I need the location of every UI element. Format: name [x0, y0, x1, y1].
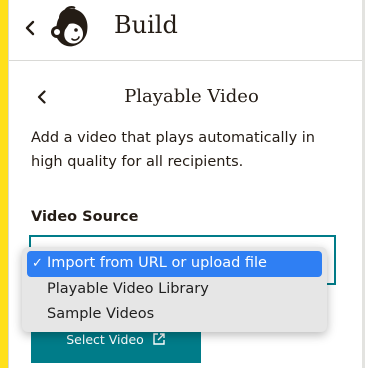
panel-title: Playable Video: [124, 86, 259, 107]
check-icon: ✓: [32, 256, 43, 271]
option-label: Sample Videos: [47, 306, 155, 322]
header-title: Build: [114, 11, 178, 39]
video-source-dropdown: ✓ Import from URL or upload file Playabl…: [22, 247, 327, 332]
top-header: Build: [9, 0, 362, 56]
select-video-label: Select Video: [66, 331, 144, 347]
dropdown-option-library[interactable]: Playable Video Library: [27, 277, 322, 303]
header-separator: [9, 60, 362, 61]
chevron-left-icon[interactable]: [23, 18, 37, 38]
mailchimp-logo[interactable]: [45, 2, 97, 54]
option-label: Playable Video Library: [47, 280, 209, 297]
external-link-icon: [153, 333, 165, 345]
panel-description: Add a video that plays automatically in …: [31, 130, 315, 170]
dropdown-option-import[interactable]: ✓ Import from URL or upload file: [27, 251, 322, 277]
video-source-label: Video Source: [31, 209, 139, 225]
dropdown-option-samples[interactable]: Sample Videos: [27, 302, 322, 328]
accent-bar: [0, 0, 8, 368]
option-label: Import from URL or upload file: [47, 255, 267, 271]
